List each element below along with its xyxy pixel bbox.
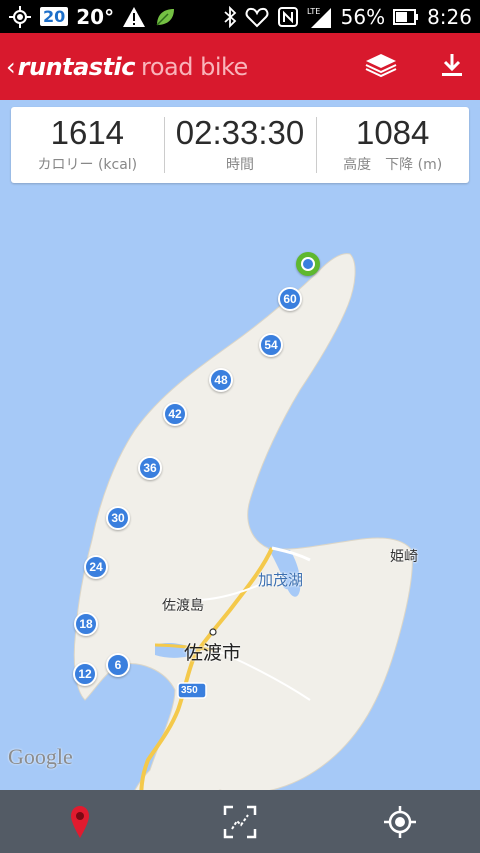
signal-icon: LTE — [307, 5, 333, 29]
app-bar: ‹ runtastic road bike — [0, 33, 480, 100]
stat-label-descent: 下降 (m) — [385, 156, 443, 173]
stat-value: 1614 — [50, 114, 125, 152]
cape-label: 姫崎 — [390, 549, 418, 565]
stat-value: 02:33:30 — [175, 114, 305, 152]
km-marker[interactable]: 36 — [138, 456, 162, 480]
route-map[interactable]: 佐渡島 佐渡市 加茂湖 姫崎 350 60 54 48 42 36 30 24 … — [0, 100, 480, 790]
stat-elevation: 1084 高度 下降 (m) — [316, 107, 469, 183]
layers-icon[interactable] — [364, 52, 398, 82]
km-marker[interactable]: 48 — [209, 368, 233, 392]
fit-route-icon[interactable] — [210, 792, 270, 852]
lake-label: 加茂湖 — [258, 571, 304, 589]
km-marker[interactable]: 6 — [106, 653, 130, 677]
warning-icon — [122, 6, 146, 28]
stat-calories: 1614 カロリー (kcal) — [11, 107, 164, 183]
temperature-text: 20° — [76, 4, 115, 29]
km-marker[interactable]: 30 — [106, 506, 130, 530]
km-marker[interactable]: 54 — [259, 333, 283, 357]
gps-status-icon — [8, 5, 32, 29]
stat-label: 高度 下降 (m) — [343, 154, 442, 174]
status-bar: 20 20° LTE 56% 8:26 — [0, 0, 480, 33]
clock: 8:26 — [427, 4, 472, 29]
my-location-icon[interactable] — [370, 792, 430, 852]
island-label: 佐渡島 — [162, 598, 204, 614]
city-label: 佐渡市 — [184, 642, 242, 664]
location-pin-icon[interactable] — [50, 792, 110, 852]
battery-percent: 56% — [340, 4, 386, 29]
km-marker[interactable]: 18 — [74, 612, 98, 636]
brand-logo[interactable]: runtastic — [18, 53, 136, 81]
leaf-icon — [154, 6, 176, 28]
download-icon[interactable] — [438, 51, 466, 83]
stat-duration: 02:33:30 時間 — [163, 107, 317, 183]
map-land — [73, 253, 413, 790]
back-chevron-icon[interactable]: ‹ — [6, 53, 16, 81]
km-marker[interactable]: 24 — [84, 555, 108, 579]
stats-card: 1614 カロリー (kcal) 02:33:30 時間 1084 高度 下降 … — [11, 107, 469, 183]
google-attribution: Google — [8, 744, 73, 769]
km-marker[interactable]: 12 — [73, 662, 97, 686]
stat-label: 時間 — [226, 156, 254, 173]
bluetooth-icon — [223, 5, 237, 28]
nfc-icon — [277, 6, 299, 28]
km-marker[interactable]: 42 — [163, 402, 187, 426]
heart-rate-icon — [245, 6, 269, 28]
route-number: 350 — [181, 685, 198, 696]
stat-label: カロリー (kcal) — [37, 156, 138, 173]
battery-icon — [393, 8, 419, 25]
notification-badge: 20 — [40, 7, 69, 26]
stat-label-altitude: 高度 — [343, 156, 372, 173]
km-marker[interactable]: 60 — [278, 287, 302, 311]
start-marker[interactable] — [296, 252, 320, 276]
brand-subtitle: road bike — [141, 52, 248, 81]
bottom-toolbar — [0, 790, 480, 853]
svg-text:LTE: LTE — [307, 7, 320, 16]
stat-value: 1084 — [355, 114, 430, 152]
